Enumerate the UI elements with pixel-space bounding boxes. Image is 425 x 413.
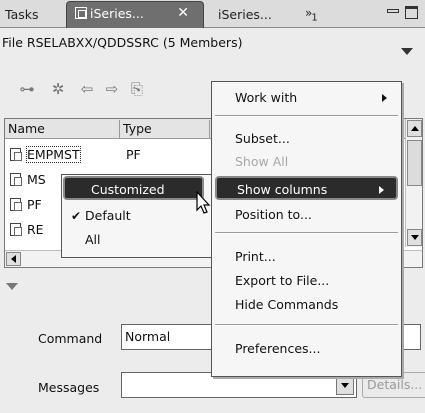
tab-tasks[interactable]: Tasks: [5, 3, 39, 28]
dropdown-arrow-icon[interactable]: [336, 375, 354, 395]
menu-item-hide-commands[interactable]: Hide Commands: [212, 293, 401, 317]
forward-icon[interactable]: ⇨: [103, 81, 121, 97]
menu-item-preferences[interactable]: Preferences...: [212, 337, 401, 361]
show-columns-submenu: Customized ✔ Default All: [61, 174, 212, 258]
scroll-thumb[interactable]: [407, 140, 422, 186]
overflow-count: 1: [311, 12, 317, 24]
member-icon: [10, 223, 22, 236]
filter-icon[interactable]: ⊶: [18, 81, 36, 97]
mouse-pointer-icon: [196, 191, 211, 214]
refresh-icon[interactable]: ✲: [49, 81, 67, 97]
command-label: Command: [38, 331, 103, 346]
checkmark-icon: ✔: [71, 209, 82, 223]
up-folder-icon[interactable]: ⎘: [128, 81, 146, 97]
menu-separator: [215, 232, 398, 234]
scroll-up-icon[interactable]: [407, 120, 422, 137]
submenu-item-default[interactable]: ✔ Default: [62, 204, 211, 228]
column-header-type[interactable]: Type: [120, 120, 210, 138]
iseries-table-icon: [75, 7, 87, 19]
minimize-icon[interactable]: [387, 9, 399, 13]
menu-item-export-to-file[interactable]: Export to File...: [212, 269, 401, 293]
submenu-item-label: Default: [85, 208, 131, 223]
menu-item-show-all: Show All: [235, 154, 289, 169]
member-icon: [10, 148, 22, 161]
column-header-name[interactable]: Name: [5, 120, 120, 138]
tab-iseries-second[interactable]: iSeries...: [218, 3, 272, 28]
menu-separator: [215, 324, 398, 326]
submenu-item-customized[interactable]: Customized: [63, 176, 204, 200]
menu-item-label: Work with: [235, 90, 298, 105]
tab-overflow-chevron[interactable]: »1: [305, 2, 318, 27]
messages-label: Messages: [38, 380, 100, 395]
member-icon: [10, 198, 22, 211]
tab-label: iSeries...: [90, 6, 144, 21]
iseries-table-view: Tasks iSeries... ✕ iSeries... »1 File RS…: [0, 0, 425, 413]
menu-item-subset[interactable]: Subset...: [212, 127, 401, 151]
member-name: MS: [27, 172, 46, 187]
view-title: File RSELABXX/QDDSSRC (5 Members): [2, 35, 243, 50]
view-tab-bar: Tasks iSeries... ✕ iSeries... »1: [0, 0, 425, 28]
menu-item-print[interactable]: Print...: [212, 245, 401, 269]
collapse-commands-icon[interactable]: [6, 283, 18, 290]
maximize-icon[interactable]: [405, 6, 418, 19]
submenu-item-all[interactable]: All: [62, 228, 211, 252]
scroll-down-icon[interactable]: [407, 229, 422, 246]
back-icon[interactable]: ⇦: [78, 81, 96, 97]
view-menu-icon[interactable]: [401, 48, 413, 55]
close-icon[interactable]: ✕: [177, 2, 189, 25]
member-name: EMPMST: [26, 146, 81, 163]
menu-item-show-columns[interactable]: Show columns: [215, 176, 398, 200]
member-name: PF: [27, 197, 42, 212]
scroll-left-icon[interactable]: [6, 252, 21, 266]
menu-separator: [215, 115, 398, 117]
vertical-scrollbar[interactable]: [405, 119, 422, 247]
member-name: RE: [27, 222, 44, 237]
submenu-arrow-icon: [382, 94, 387, 102]
member-icon: [10, 173, 22, 186]
submenu-arrow-icon: [379, 186, 384, 194]
tab-iseries-table-active[interactable]: iSeries... ✕: [66, 1, 204, 28]
context-menu: Work with Subset... Show All Show column…: [211, 81, 402, 377]
menu-item-label: Show columns: [237, 182, 328, 197]
menu-item-position-to[interactable]: Position to...: [212, 203, 401, 227]
member-type: PF: [126, 147, 141, 162]
menu-item-work-with[interactable]: Work with: [212, 86, 401, 110]
window-controls: [387, 6, 421, 20]
